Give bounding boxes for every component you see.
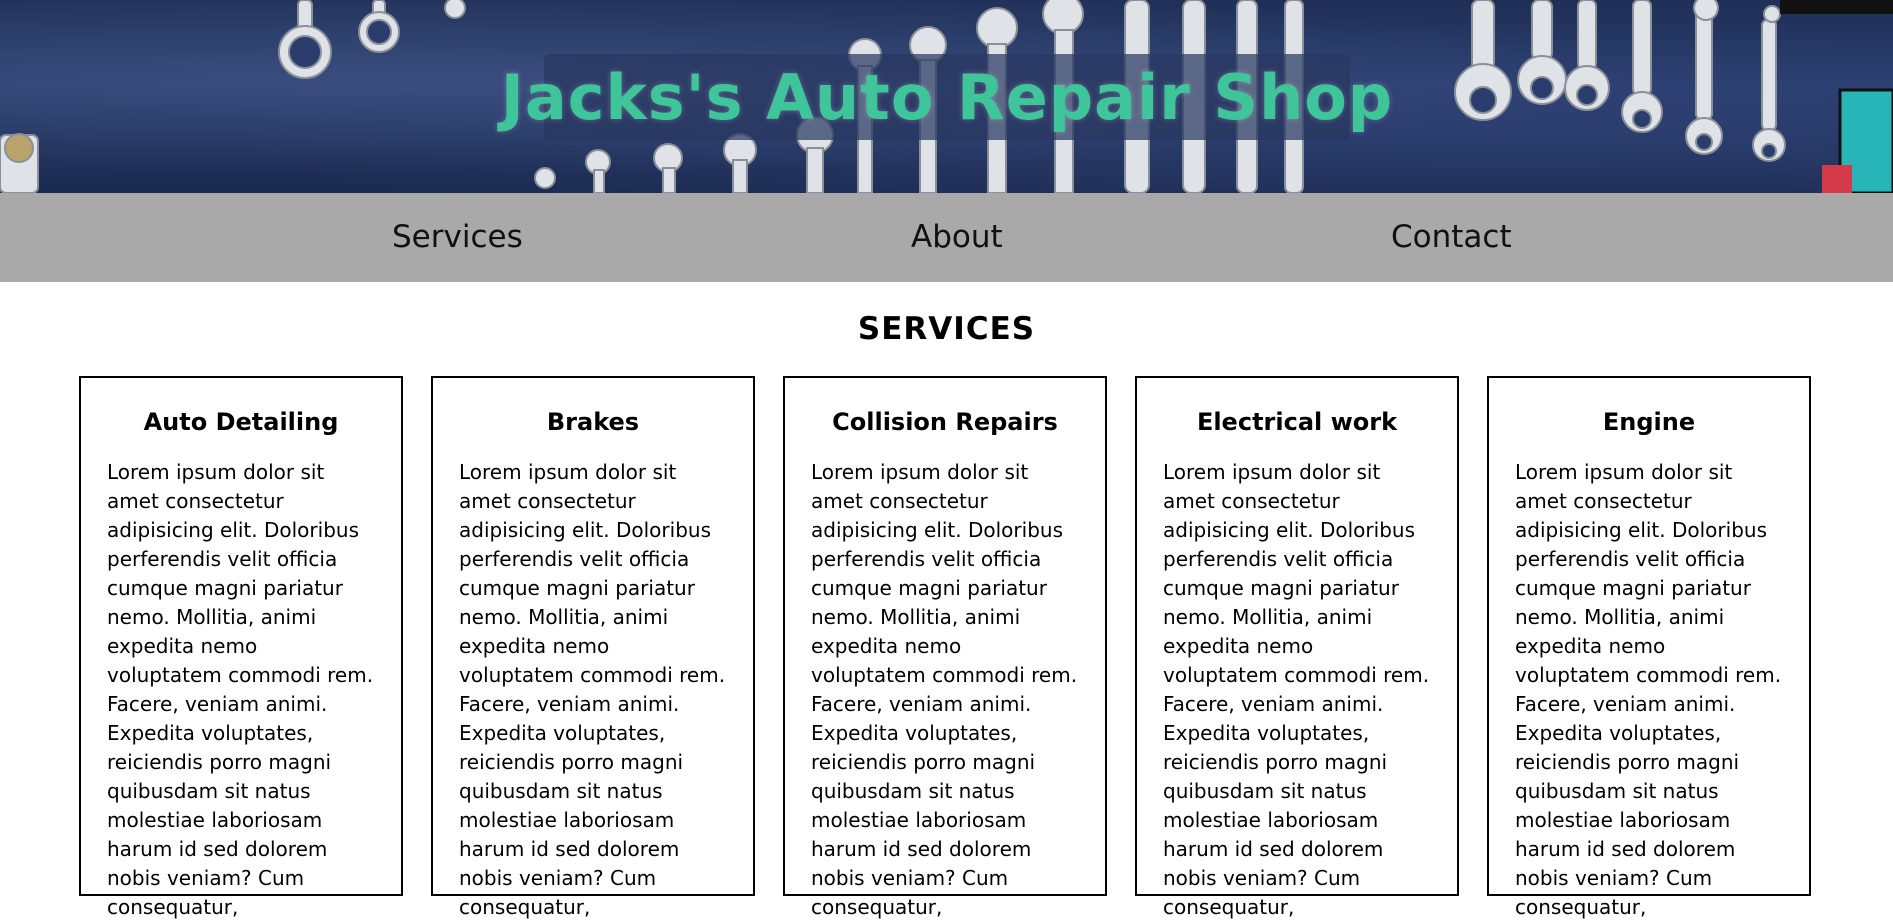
- nav-about-link[interactable]: About: [911, 193, 1003, 282]
- service-card-electrical-work: Electrical work Lorem ipsum dolor sit am…: [1135, 376, 1459, 919]
- service-card-text: Lorem ipsum dolor sit amet consectetur a…: [811, 460, 1078, 919]
- service-card-text: Lorem ipsum dolor sit amet consectetur a…: [1163, 460, 1430, 919]
- service-card-title: Collision Repairs: [832, 408, 1058, 436]
- nav-contact-link[interactable]: Contact: [1391, 193, 1512, 282]
- service-card-text: Lorem ipsum dolor sit amet consectetur a…: [107, 460, 374, 919]
- title-box: Jacks's Auto Repair Shop: [501, 54, 1392, 140]
- nav-services-link[interactable]: Services: [392, 193, 523, 282]
- service-card-engine: Engine Lorem ipsum dolor sit amet consec…: [1487, 376, 1811, 919]
- service-card-text: Lorem ipsum dolor sit amet consectetur a…: [1515, 460, 1782, 919]
- service-card-title: Electrical work: [1196, 408, 1398, 436]
- service-card-auto-detailing: Auto Detailing Lorem ipsum dolor sit ame…: [79, 376, 403, 919]
- service-card-title: Auto Detailing: [143, 408, 339, 436]
- service-card-collision-repairs: Collision Repairs Lorem ipsum dolor sit …: [783, 376, 1107, 919]
- services-heading: SERVICES: [857, 311, 1036, 347]
- main-nav: Services About Contact: [0, 193, 1893, 282]
- site-title: Jacks's Auto Repair Shop: [500, 60, 1394, 134]
- service-card-title: Engine: [1602, 408, 1696, 436]
- service-card-title: Brakes: [546, 408, 640, 436]
- hero-banner: Jacks's Auto Repair Shop: [0, 0, 1893, 193]
- service-card-brakes: Brakes Lorem ipsum dolor sit amet consec…: [431, 376, 755, 919]
- service-card-text: Lorem ipsum dolor sit amet consectetur a…: [459, 460, 726, 919]
